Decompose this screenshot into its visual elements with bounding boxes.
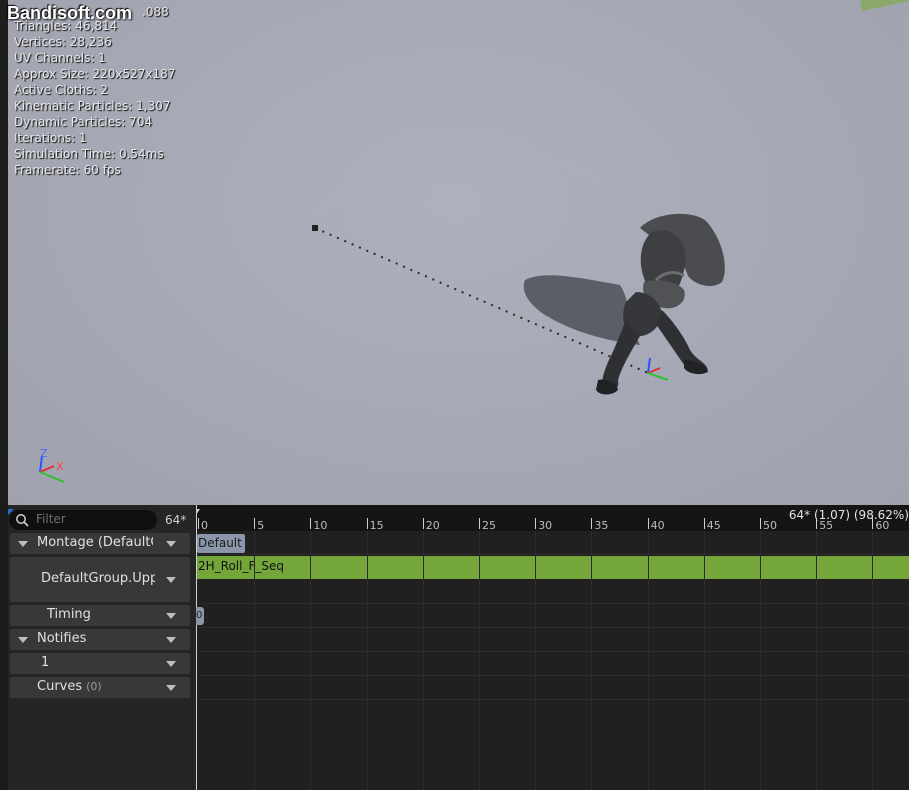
grid-line [479, 531, 480, 790]
dropdown-caret-icon[interactable] [166, 636, 176, 643]
timing-marker[interactable]: 0 [196, 607, 204, 625]
track-slot-label: DefaultGroup.UpperBody [41, 571, 155, 586]
axis-z-label: Z [40, 447, 48, 460]
track-notify-1-label: 1 [41, 655, 50, 670]
playhead-icon[interactable] [196, 509, 200, 515]
row-divider [197, 651, 909, 652]
sequence-segment[interactable]: 2H_Roll_F_Seq [197, 556, 909, 579]
viewport[interactable]: Z X .088 Bandisoft.com Triangles: 46,814… [0, 0, 909, 505]
viewport-left-edge [0, 0, 8, 505]
ruler-tick-label: 0 [201, 519, 208, 532]
ruler-tick [479, 518, 480, 529]
grid-line [647, 531, 649, 790]
ruler-tick [254, 518, 256, 529]
ruler-tick-label: 15 [369, 519, 384, 532]
stat-simulation-time: Simulation Time: 0.54ms [14, 147, 164, 161]
stat-framerate: Framerate: 60 fps [14, 163, 121, 177]
ruler-tick-label: 35 [594, 519, 609, 532]
stat-uv-channels: UV Channels: 1 [14, 51, 106, 65]
ruler-tick-label: 55 [819, 519, 834, 532]
row-divider [197, 699, 909, 700]
stat-triangles: Triangles: 46,814 [14, 19, 118, 33]
axis-widget: Z X [39, 447, 65, 483]
timeline-area[interactable] [196, 505, 909, 790]
frame-count: 64* [165, 513, 187, 527]
root-gizmo [647, 357, 669, 381]
stat-dynamic-particles: Dynamic Particles: 704 [14, 115, 153, 129]
track-montage[interactable]: Montage (DefaultGroup) [10, 533, 190, 554]
ruler-tick-label: 45 [706, 519, 721, 532]
timeline-info: 64* (1.07) (98.62%) [788, 508, 909, 522]
filter-input[interactable]: Filter [9, 510, 157, 530]
collapse-caret-icon[interactable] [18, 540, 28, 547]
stat-kinematic-particles: Kinematic Particles: 1,307 [14, 99, 171, 113]
track-montage-label: Montage (DefaultGroup) [37, 535, 153, 550]
track-notify-1[interactable]: 1 [10, 653, 190, 674]
grid-line [760, 531, 761, 790]
grid-line [703, 531, 705, 790]
grid-line [816, 531, 818, 790]
ruler-tick-label: 40 [650, 519, 665, 532]
ruler-tick [872, 518, 874, 529]
row-divider [197, 554, 909, 555]
grid-line [366, 531, 368, 790]
track-curves[interactable]: Curves (0) [10, 677, 190, 698]
ruler-tick [198, 518, 199, 529]
time-ruler[interactable]: 64* (1.07) (98.62%) 0 5 10 15 20 25 30 35 40 45 50… [197, 505, 909, 532]
track-slot[interactable]: DefaultGroup.UpperBody [10, 557, 190, 602]
ruler-tick [591, 518, 593, 529]
grid-line [422, 531, 424, 790]
grid-line [254, 531, 256, 790]
row-divider [197, 675, 909, 676]
dropdown-caret-icon[interactable] [166, 540, 176, 547]
ruler-tick-label: 25 [482, 519, 496, 532]
row-divider [197, 627, 909, 628]
ruler-tick [422, 518, 424, 529]
ruler-tick-label: 5 [257, 519, 265, 532]
ruler-tick-label: 10 [313, 519, 328, 532]
filter-row: Filter 64* [9, 510, 189, 530]
stats-fragment: .088 [142, 5, 169, 19]
ruler-tick [647, 518, 649, 529]
track-notifies[interactable]: Notifies [10, 629, 190, 650]
grid-line [310, 531, 312, 790]
grid-line [535, 531, 537, 790]
ruler-tick-label: 20 [425, 519, 440, 532]
collapse-caret-icon[interactable] [18, 636, 28, 643]
track-timing-label: Timing [47, 607, 91, 622]
axis-x-label: X [56, 460, 64, 473]
dropdown-caret-icon[interactable] [166, 684, 176, 691]
ruler-tick-label: 30 [538, 519, 553, 532]
track-timing[interactable]: Timing [10, 605, 190, 626]
grid-line [591, 531, 593, 790]
dropdown-caret-icon[interactable] [166, 576, 176, 583]
stat-iterations: Iterations: 1 [14, 131, 87, 145]
track-curves-label: Curves (0) [37, 679, 102, 694]
ruler-tick [816, 518, 818, 529]
ruler-tick [703, 518, 705, 529]
filter-placeholder: Filter [36, 512, 66, 526]
ruler-tick [366, 518, 368, 529]
curves-label: Curves [37, 679, 83, 694]
section-default[interactable]: Default [197, 534, 245, 553]
stats-overlay: Triangles: 46,814 Vertices: 28,236 UV Ch… [14, 18, 175, 178]
path-start-marker [312, 225, 318, 231]
ruler-tick-label: 60 [875, 519, 890, 532]
stat-active-cloths: Active Cloths: 2 [14, 83, 109, 97]
row-divider [197, 603, 909, 604]
ruler-tick-label: 50 [763, 519, 777, 532]
grid-line [872, 531, 874, 790]
search-icon [16, 514, 29, 527]
ruler-tick [760, 518, 761, 529]
track-notifies-label: Notifies [37, 631, 87, 646]
ruler-tick [310, 518, 312, 529]
stat-approx-size: Approx Size: 220x527x187 [14, 67, 176, 81]
panel-edge [0, 505, 8, 790]
stat-vertices: Vertices: 28,236 [14, 35, 112, 49]
dropdown-caret-icon[interactable] [166, 612, 176, 619]
dropdown-caret-icon[interactable] [166, 660, 176, 667]
curves-count: (0) [86, 680, 102, 693]
ruler-tick [535, 518, 537, 529]
